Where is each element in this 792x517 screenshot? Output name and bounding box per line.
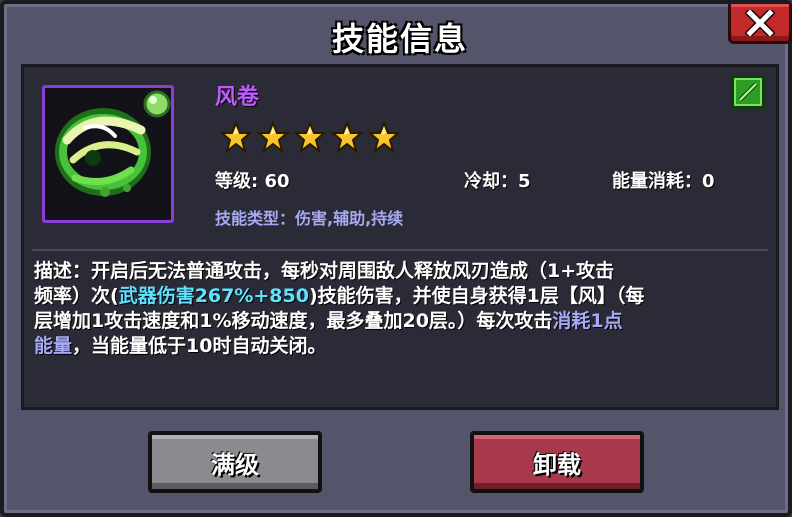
desc-line3-start: 层增加1攻击速度和1%移动速度，最多叠加20层。）每次攻击 [34,310,553,332]
energy-highlight-a: 消耗1点 [552,310,623,332]
skill-detail-panel: 风卷 等级: 60 冷却：5 能量消耗：0 技能类型：伤害,辅助,持续 描述：开… [21,64,779,410]
star-icon [220,121,252,153]
skill-level: 等级: 60 [215,171,290,192]
dialog-title: 技能信息 [331,20,468,58]
divider [32,249,768,251]
star-rating [220,121,400,153]
close-x-icon [745,9,775,36]
desc-line2-end: )技能伤害，并使自身获得1层【风】（每 [308,285,645,307]
star-icon [368,121,400,153]
desc-prefix: 描述：开启后无法普通攻击，每秒对周围敌人释放风刃造成（1+攻击 [34,260,615,282]
star-icon [257,121,289,153]
skill-cooldown: 冷却：5 [464,171,531,192]
star-icon [331,121,363,153]
desc-suffix: ，当能量低于10时自动关闭。 [72,335,327,357]
skill-name: 风卷 [215,85,260,110]
diagonal-slash-icon [738,82,758,102]
skill-info-dialog: 技能信息 风卷 等级: 60 冷却：5 能量消耗：0 技能类型：伤害,辅助,持续… [0,0,792,517]
wind-whirl-skill-icon [45,88,171,220]
star-icon [294,121,326,153]
max-level-button[interactable]: 满级 [148,431,322,493]
close-button[interactable] [728,4,792,44]
unload-button[interactable]: 卸载 [470,431,644,493]
skill-energy-cost: 能量消耗：0 [612,171,715,192]
skill-icon-frame [42,85,174,223]
skill-description: 描述：开启后无法普通攻击，每秒对周围敌人释放风刃造成（1+攻击 频率）次(武器伤… [34,259,746,359]
green-equipped-icon[interactable] [731,75,765,109]
damage-highlight: 武器伤害267%+850 [118,285,309,307]
desc-line2-start: 频率）次( [34,285,119,307]
energy-highlight-b: 能量 [34,335,73,357]
skill-type: 技能类型：伤害,辅助,持续 [215,209,404,228]
